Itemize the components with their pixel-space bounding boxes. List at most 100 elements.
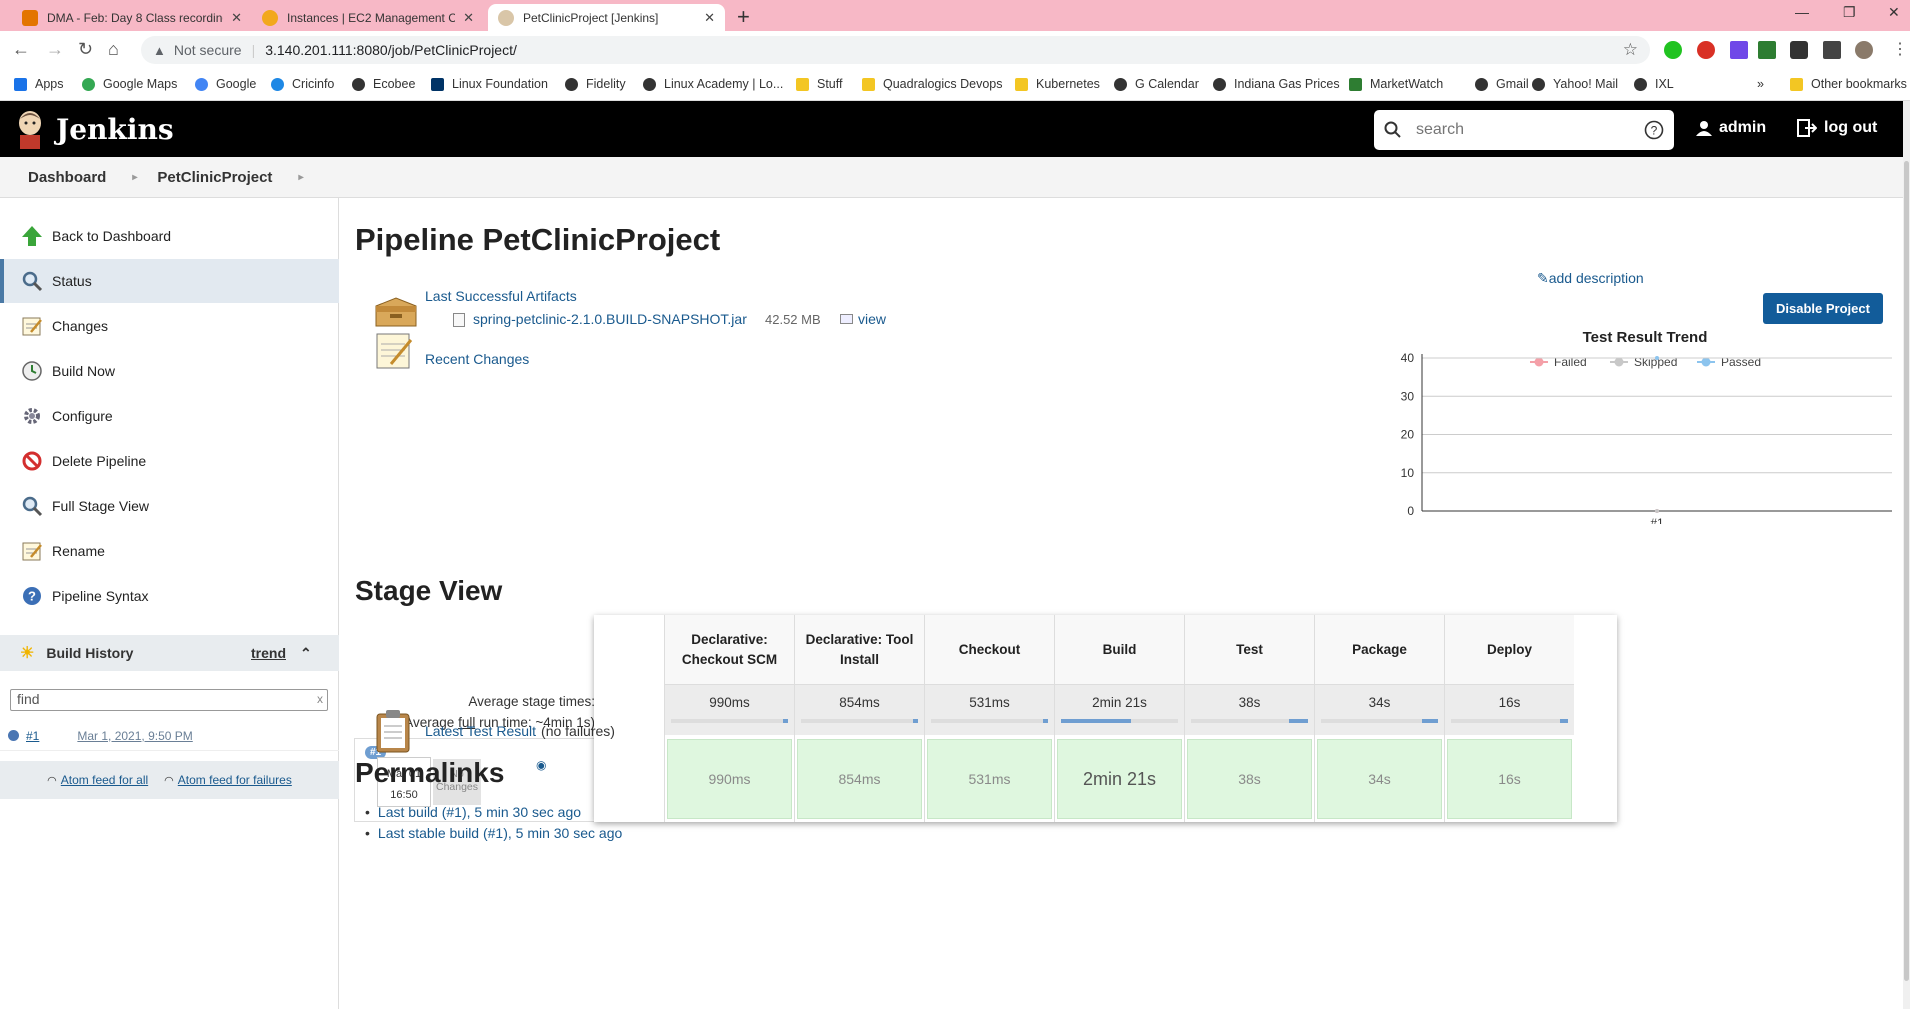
bookmark-label: Indiana Gas Prices [1234, 77, 1340, 91]
search-input[interactable] [1416, 121, 1644, 139]
stage-run-cell[interactable]: 990ms [667, 739, 792, 819]
build-filter-input[interactable]: find x [10, 689, 328, 711]
extension-icon[interactable] [1730, 41, 1748, 59]
new-tab-icon[interactable]: + [737, 4, 750, 30]
bookmark-item[interactable]: IXL [1634, 77, 1674, 91]
task-pipeline-syntax[interactable]: ? Pipeline Syntax [0, 574, 339, 618]
latest-test-result-link[interactable]: Latest Test Result [425, 723, 536, 739]
user-icon [1696, 121, 1712, 136]
add-description-link[interactable]: ✎add description [1537, 270, 1644, 287]
breadcrumb-dashboard[interactable]: Dashboard [28, 169, 106, 186]
close-tab-icon[interactable]: ✕ [231, 10, 242, 26]
chevron-right-icon[interactable]: ▸ [132, 172, 137, 183]
stage-run-cell[interactable]: 2min 21s [1057, 739, 1182, 819]
recent-changes-link[interactable]: Recent Changes [425, 351, 529, 367]
scrollbar-thumb[interactable] [1904, 161, 1909, 981]
last-successful-artifacts-link[interactable]: Last Successful Artifacts [425, 288, 577, 304]
clear-filter-icon[interactable]: x [317, 692, 323, 706]
page-scrollbar[interactable] [1903, 101, 1910, 1009]
browser-tab[interactable]: DMA - Feb: Day 8 Class recording ✕ [12, 4, 252, 31]
stage-header: Declarative: Tool Install [795, 615, 924, 685]
bookmark-item[interactable]: Yahoo! Mail [1532, 77, 1618, 91]
home-icon[interactable]: ⌂ [108, 39, 119, 60]
bookmark-folder[interactable]: Kubernetes [1015, 77, 1100, 91]
bookmark-item[interactable]: Linux Foundation [431, 77, 548, 91]
stage-run-cell[interactable]: 16s [1447, 739, 1572, 819]
stage-run-cell[interactable]: 38s [1187, 739, 1312, 819]
build-date-link[interactable]: Mar 1, 2021, 9:50 PM [77, 729, 192, 743]
trend-link[interactable]: trend [251, 645, 286, 661]
globe-icon [1634, 77, 1647, 91]
task-changes[interactable]: Changes [0, 304, 339, 348]
task-configure[interactable]: Configure [0, 394, 339, 438]
task-build-now[interactable]: Build Now [0, 349, 339, 393]
other-bookmarks[interactable]: Other bookmarks [1790, 77, 1907, 91]
browser-tab[interactable]: Instances | EC2 Management Con ✕ [252, 4, 484, 31]
task-delete-pipeline[interactable]: Delete Pipeline [0, 439, 339, 483]
permalink-last-build[interactable]: Last build (#1), 5 min 30 sec ago [378, 804, 581, 820]
stage-run-cell[interactable]: 34s [1317, 739, 1442, 819]
bookmark-folder[interactable]: Stuff [796, 77, 842, 91]
restore-window-icon[interactable]: ❐ [1843, 4, 1856, 21]
extension-icon[interactable] [1758, 41, 1776, 59]
user-link[interactable]: admin [1696, 119, 1766, 137]
task-back-to-dashboard[interactable]: Back to Dashboard [0, 214, 339, 258]
stage-run-cell[interactable]: 531ms [927, 739, 1052, 819]
bookmark-label: Quadralogics Devops [883, 77, 1003, 91]
bookmark-item[interactable]: Gmail [1475, 77, 1529, 91]
forward-icon[interactable]: → [46, 39, 64, 60]
bookmark-item[interactable]: Apps [14, 77, 64, 91]
build-number-link[interactable]: #1 [26, 729, 39, 743]
task-status[interactable]: Status [0, 259, 339, 303]
extension-icon[interactable] [1664, 41, 1682, 59]
jenkins-logo[interactable]: Jenkins [14, 109, 174, 149]
bookmark-star-icon[interactable]: ☆ [1623, 40, 1638, 60]
bookmark-item[interactable]: Google Maps [82, 77, 177, 91]
puzzle-icon[interactable] [1790, 41, 1808, 59]
x-tick-label: #1 [1650, 516, 1664, 524]
bookmark-label: Yahoo! Mail [1553, 77, 1619, 91]
bookmark-item[interactable]: Google [195, 77, 256, 91]
target-icon[interactable]: ◉ [536, 758, 546, 772]
address-bar[interactable]: ▲ Not secure | 3.140.201.111:8080/job/Pe… [141, 36, 1650, 64]
bookmark-item[interactable]: Linux Academy | Lo... [643, 77, 783, 91]
bookmark-item[interactable]: Indiana Gas Prices [1213, 77, 1340, 91]
stage-average-time: 16s [1498, 695, 1521, 710]
artifact-file-link[interactable]: spring-petclinic-2.1.0.BUILD-SNAPSHOT.ja… [473, 311, 747, 327]
close-tab-icon[interactable]: ✕ [463, 10, 474, 26]
artifact-view-link[interactable]: view [858, 311, 886, 327]
reload-icon[interactable]: ↻ [78, 39, 93, 60]
bookmarks-overflow-icon[interactable]: » [1757, 77, 1764, 91]
atom-feed-failures-link[interactable]: Atom feed for failures [178, 773, 292, 787]
menu-icon[interactable]: ⋮ [1892, 39, 1908, 59]
stage-run-cell[interactable]: 854ms [797, 739, 922, 819]
bookmark-item[interactable]: Cricinfo [271, 77, 334, 91]
disable-project-button[interactable]: Disable Project [1763, 293, 1883, 324]
bookmark-folder[interactable]: Quadralogics Devops [862, 77, 1003, 91]
close-window-icon[interactable]: ✕ [1888, 4, 1900, 21]
chevron-right-icon[interactable]: ▸ [298, 172, 303, 183]
logout-link[interactable]: log out [1797, 119, 1877, 137]
bookmark-item[interactable]: Ecobee [352, 77, 415, 91]
help-icon[interactable]: ? [1644, 120, 1664, 140]
breadcrumb-project[interactable]: PetClinicProject [157, 169, 272, 186]
task-rename[interactable]: Rename [0, 529, 339, 573]
task-full-stage-view[interactable]: Full Stage View [0, 484, 339, 528]
bookmark-item[interactable]: Fidelity [565, 77, 626, 91]
atom-feed-all-link[interactable]: Atom feed for all [61, 773, 148, 787]
minimize-window-icon[interactable]: — [1795, 4, 1809, 20]
profile-avatar[interactable] [1855, 41, 1873, 59]
bookmark-item[interactable]: MarketWatch [1349, 77, 1443, 91]
browser-tab-active[interactable]: PetClinicProject [Jenkins] ✕ [488, 4, 725, 31]
stage-column: Test 38s 38s [1184, 615, 1314, 822]
search-box[interactable]: ? [1374, 110, 1674, 150]
permalinks-title: Permalinks [355, 757, 505, 788]
folder-icon [1790, 77, 1803, 91]
back-icon[interactable]: ← [12, 39, 30, 60]
chevron-up-icon[interactable]: ⌃ [300, 645, 312, 662]
bookmark-item[interactable]: G Calendar [1114, 77, 1199, 91]
reading-list-icon[interactable] [1823, 41, 1841, 59]
permalink-last-stable-build[interactable]: Last stable build (#1), 5 min 30 sec ago [378, 825, 622, 841]
close-tab-icon[interactable]: ✕ [704, 10, 715, 26]
adblock-icon[interactable] [1697, 41, 1715, 59]
